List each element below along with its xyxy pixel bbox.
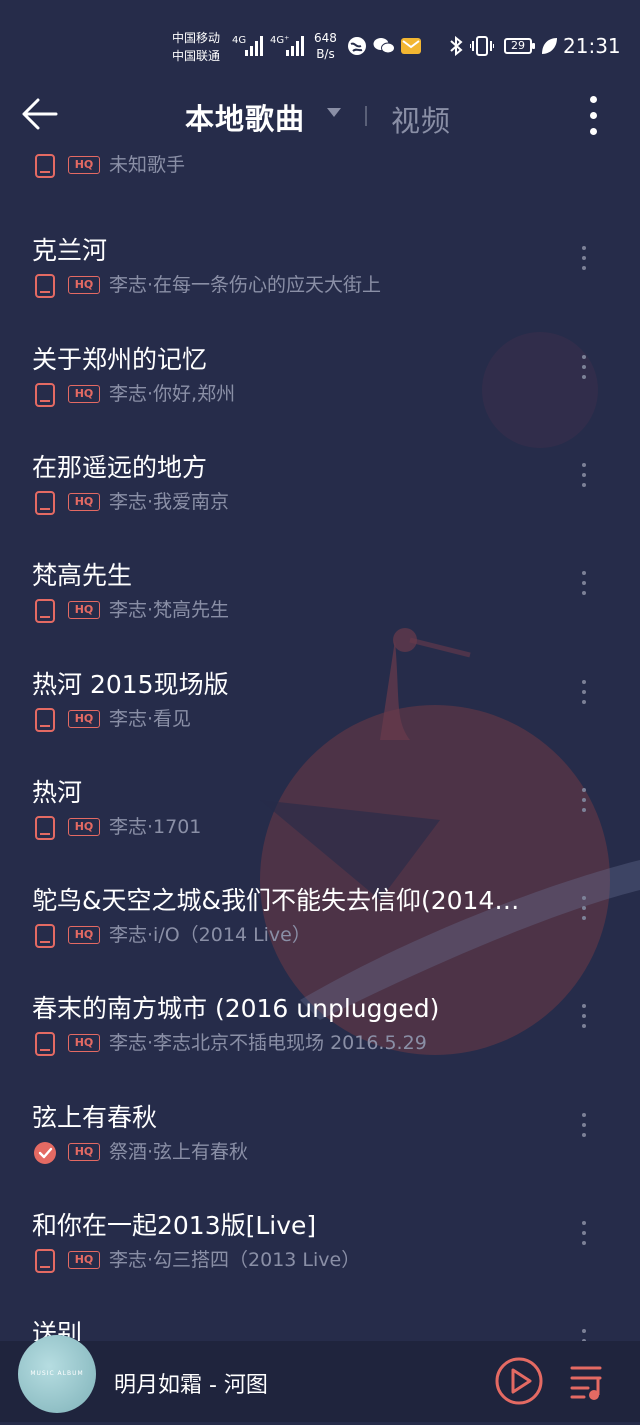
hq-badge: HQ [68, 384, 100, 403]
net-speed-value: 648 [314, 31, 337, 45]
song-title: 梵高先生 [32, 561, 133, 591]
song-more-icon[interactable] [576, 244, 592, 280]
status-bar: 中国移动 中国联通 4G 4G⁺ 648 B/s 29 21:31 [0, 0, 640, 92]
signal-bars-1-icon [245, 36, 263, 56]
song-more-icon[interactable] [576, 786, 592, 822]
song-row[interactable]: 和你在一起2013版[Live] HQ 李志·勾三搭四（2013 Live） [0, 1209, 640, 1317]
song-row[interactable]: 梵高先生 HQ 李志·梵高先生 [0, 559, 640, 667]
now-playing-title[interactable]: 明月如霜 - 河图 [114, 1367, 268, 1399]
song-more-icon[interactable] [576, 1002, 592, 1038]
song-artist-album: 李志·你好,郑州 [109, 382, 236, 405]
back-arrow-icon[interactable] [20, 96, 60, 132]
song-more-icon[interactable] [576, 569, 592, 605]
network-speed: 648 B/s [314, 30, 337, 62]
local-device-icon [35, 274, 55, 299]
song-title: 弦上有春秋 [32, 1102, 158, 1132]
hq-badge: HQ [68, 492, 100, 511]
mini-player[interactable]: MUSIC ALBUM 明月如霜 - 河图 [0, 1335, 640, 1422]
net-speed-unit: B/s [316, 47, 335, 61]
hq-badge: HQ [68, 601, 100, 620]
signal-1-label: 4G [232, 35, 247, 46]
clock: 21:31 [563, 34, 621, 58]
song-title: 克兰河 [32, 236, 108, 266]
play-icon[interactable] [494, 1356, 544, 1406]
tab-video[interactable]: 视频 [391, 98, 451, 140]
song-artist-album: 李志·梵高先生 [109, 599, 230, 622]
hq-badge: HQ [68, 817, 100, 836]
local-device-icon [35, 815, 55, 840]
song-artist-album: 李志·1701 [109, 815, 202, 838]
carrier-2: 中国联通 [172, 49, 221, 63]
local-device-icon [35, 924, 55, 949]
dropdown-caret-icon[interactable] [327, 108, 341, 117]
song-more-icon[interactable] [576, 461, 592, 497]
song-artist-album: 祭酒·弦上有春秋 [109, 1140, 249, 1163]
wechat-icon [373, 38, 395, 54]
local-device-icon [35, 490, 55, 515]
mail-icon [401, 38, 421, 54]
song-row[interactable]: 春末的南方城市 (2016 unplugged) HQ 李志·李志北京不插电现场 2… [0, 992, 640, 1100]
battery-icon: 29 [504, 38, 535, 54]
vibrate-icon [470, 36, 494, 56]
song-more-icon[interactable] [576, 1111, 592, 1147]
song-row[interactable]: 鸵鸟&天空之城&我们不能失去信仰(2014… HQ 李志·i/O（2014 Live… [0, 884, 640, 992]
hq-badge: HQ [68, 156, 100, 174]
leaf-icon [542, 38, 557, 54]
hq-badge: HQ [68, 709, 100, 728]
signal-bars-2-icon [286, 36, 304, 56]
song-artist-album: 李志·勾三搭四（2013 Live） [109, 1249, 361, 1271]
more-menu-icon[interactable] [584, 94, 604, 136]
song-row[interactable]: 热河 HQ 李志·1701 [0, 776, 640, 884]
song-more-icon[interactable] [576, 1219, 592, 1255]
album-cover[interactable]: MUSIC ALBUM [18, 1335, 96, 1413]
local-device-icon [35, 1249, 55, 1273]
local-device-icon [35, 599, 55, 624]
carrier-1: 中国移动 [172, 31, 221, 45]
song-row[interactable]: 在那遥远的地方 HQ 李志·我爱南京 [0, 451, 640, 559]
playlist-queue-icon[interactable] [570, 1363, 610, 1401]
song-artist-album: 李志·我爱南京 [109, 490, 230, 513]
page-title[interactable]: 本地歌曲 [185, 96, 305, 138]
song-row[interactable]: 克兰河 HQ 李志·在每一条伤心的应天大街上 [0, 234, 640, 342]
song-row[interactable]: 热河 2015现场版 HQ 李志·看见 [0, 668, 640, 776]
song-title: 热河 2015现场版 [32, 669, 229, 699]
song-row[interactable]: 关于郑州的记忆 HQ 李志·你好,郑州 [0, 343, 640, 451]
song-artist-album: 李志·i/O（2014 Live） [109, 924, 311, 947]
tab-divider [365, 106, 367, 126]
browser-icon [348, 37, 366, 55]
song-title: 鸵鸟&天空之城&我们不能失去信仰(2014… [32, 886, 520, 916]
local-device-icon [35, 154, 55, 178]
song-more-icon[interactable] [576, 678, 592, 714]
song-title: 春末的南方城市 (2016 unplugged) [32, 994, 440, 1024]
song-artist-album: 未知歌手 [109, 154, 186, 176]
song-more-icon[interactable] [576, 894, 592, 930]
app-header: 本地歌曲 视频 [0, 82, 640, 152]
song-title: 在那遥远的地方 [32, 452, 208, 482]
carrier-labels: 中国移动 中国联通 [172, 29, 220, 65]
local-device-icon [35, 382, 55, 407]
album-cover-text: MUSIC ALBUM [30, 1370, 84, 1377]
hq-badge: HQ [68, 1142, 100, 1161]
hq-badge: HQ [68, 276, 100, 295]
song-artist-album: 李志·在每一条伤心的应天大街上 [109, 274, 382, 297]
song-row[interactable]: 弦上有春秋 HQ 祭酒·弦上有春秋 [0, 1101, 640, 1209]
hq-badge: HQ [68, 926, 100, 945]
song-more-icon[interactable] [576, 353, 592, 389]
song-artist-album: 李志·李志北京不插电现场 2016.5.29 [109, 1032, 427, 1055]
song-title: 关于郑州的记忆 [32, 344, 208, 374]
bluetooth-icon [450, 36, 463, 56]
hq-badge: HQ [68, 1034, 100, 1053]
downloaded-check-icon [34, 1141, 56, 1164]
song-artist-album: 李志·看见 [109, 707, 192, 730]
local-device-icon [35, 1032, 55, 1057]
song-title: 热河 [32, 777, 83, 807]
hq-badge: HQ [68, 1251, 100, 1269]
local-device-icon [35, 707, 55, 732]
song-title: 和你在一起2013版[Live] [32, 1211, 317, 1240]
